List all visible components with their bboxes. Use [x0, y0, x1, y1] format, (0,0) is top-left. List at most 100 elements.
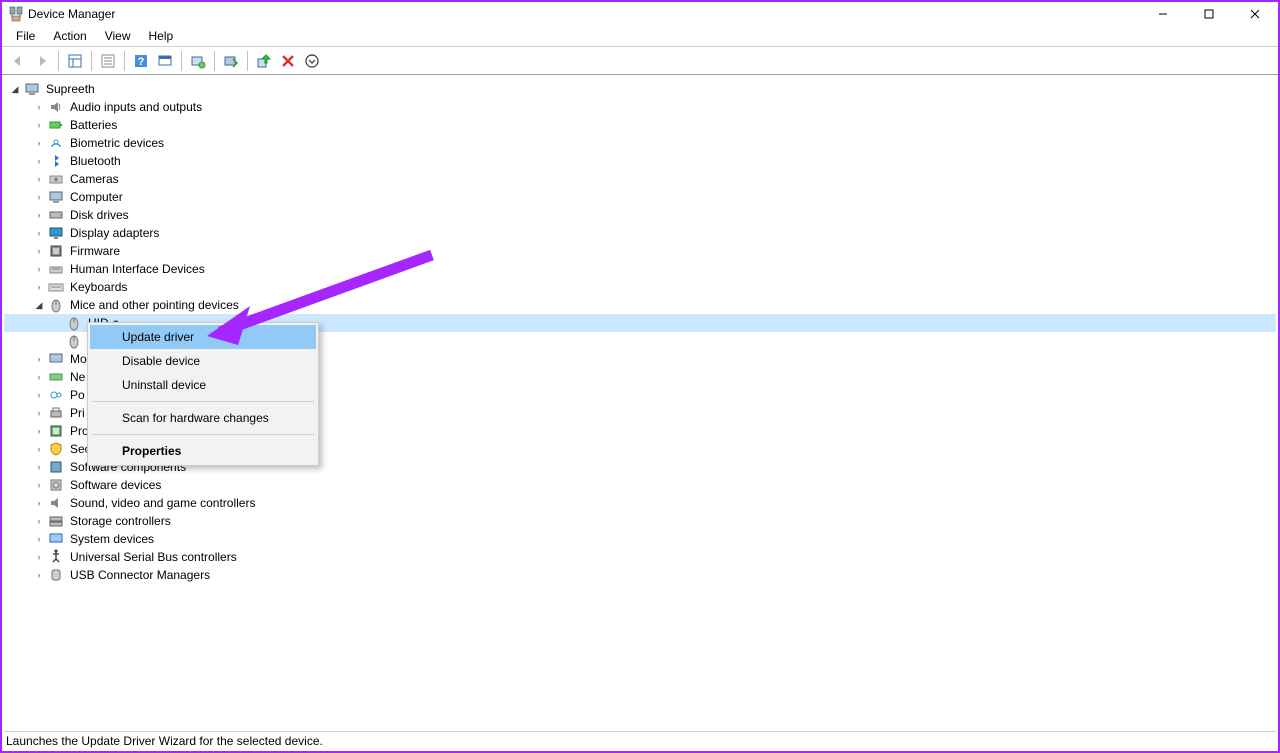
tb-forward[interactable]: [30, 50, 54, 72]
chevron-right-icon[interactable]: ›: [32, 550, 46, 564]
tb-show-hide[interactable]: [63, 50, 87, 72]
tree-category[interactable]: › Sound, video and game controllers: [4, 494, 1276, 512]
tree-category-label: Software devices: [68, 477, 163, 493]
menu-help[interactable]: Help: [141, 27, 182, 45]
category-icon: [48, 225, 64, 241]
category-icon: [48, 117, 64, 133]
tree-category-label: Bluetooth: [68, 153, 123, 169]
close-button[interactable]: [1232, 2, 1278, 25]
category-icon: [48, 459, 64, 475]
tb-help-icon[interactable]: ?: [129, 50, 153, 72]
menu-file[interactable]: File: [8, 27, 43, 45]
tree-category[interactable]: ›Storage controllers: [4, 512, 1276, 530]
chevron-right-icon[interactable]: ›: [32, 118, 46, 132]
chevron-right-icon[interactable]: ›: [32, 154, 46, 168]
tb-action-icon[interactable]: [153, 50, 177, 72]
tree-category[interactable]: › Biometric devices: [4, 134, 1276, 152]
window-title: Device Manager: [28, 7, 1140, 21]
tb-enable-icon[interactable]: [300, 50, 324, 72]
tb-properties-icon[interactable]: [96, 50, 120, 72]
category-icon: [48, 153, 64, 169]
tree-category[interactable]: › Computer: [4, 188, 1276, 206]
mouse-icon: [66, 315, 82, 331]
chevron-right-icon[interactable]: ›: [32, 406, 46, 420]
chevron-right-icon[interactable]: ›: [32, 532, 46, 546]
tree-category-label: Computer: [68, 189, 125, 205]
chevron-right-icon[interactable]: ›: [32, 478, 46, 492]
chevron-right-icon[interactable]: ›: [32, 388, 46, 402]
tb-scan-hardware-icon[interactable]: [186, 50, 210, 72]
category-icon: [48, 387, 64, 403]
maximize-button[interactable]: [1186, 2, 1232, 25]
ctx-properties[interactable]: Properties: [90, 439, 316, 463]
statusbar: Launches the Update Driver Wizard for th…: [4, 731, 1276, 749]
tree-category[interactable]: ◢Mice and other pointing devices: [4, 296, 1276, 314]
chevron-down-icon[interactable]: ◢: [8, 82, 22, 96]
category-icon: [48, 207, 64, 223]
chevron-right-icon[interactable]: ›: [32, 460, 46, 474]
toolbar: ?: [2, 47, 1278, 75]
chevron-right-icon[interactable]: ›: [32, 226, 46, 240]
chevron-right-icon[interactable]: ›: [32, 424, 46, 438]
chevron-right-icon[interactable]: ›: [32, 100, 46, 114]
context-menu: Update driver Disable device Uninstall d…: [87, 322, 319, 466]
chevron-right-icon[interactable]: ›: [32, 262, 46, 276]
category-icon: [48, 369, 64, 385]
divider: [92, 434, 314, 435]
tree-category[interactable]: ›Firmware: [4, 242, 1276, 260]
tree-category[interactable]: › System devices: [4, 530, 1276, 548]
tree-root[interactable]: ◢ Supreeth: [4, 80, 1276, 98]
tree-category[interactable]: ›Human Interface Devices: [4, 260, 1276, 278]
tree-category[interactable]: ›Keyboards: [4, 278, 1276, 296]
tree-category[interactable]: ›Batteries: [4, 116, 1276, 134]
chevron-right-icon[interactable]: ›: [32, 496, 46, 510]
chevron-right-icon[interactable]: ›: [32, 244, 46, 258]
chevron-right-icon[interactable]: ›: [32, 136, 46, 150]
tree-category-label: Disk drives: [68, 207, 131, 223]
category-icon: [48, 549, 64, 565]
minimize-button[interactable]: [1140, 2, 1186, 25]
tree-category-label: Pri: [68, 405, 87, 421]
category-icon: [48, 423, 64, 439]
category-icon: [48, 477, 64, 493]
chevron-down-icon[interactable]: ◢: [32, 298, 46, 312]
tree-category-label: Universal Serial Bus controllers: [68, 549, 239, 565]
menu-view[interactable]: View: [97, 27, 139, 45]
chevron-right-icon[interactable]: ›: [32, 280, 46, 294]
tb-update-driver-icon[interactable]: [219, 50, 243, 72]
tree-category[interactable]: ›Cameras: [4, 170, 1276, 188]
tb-disable-icon[interactable]: [276, 50, 300, 72]
tree-category[interactable]: › Disk drives: [4, 206, 1276, 224]
tree-category-label: System devices: [68, 531, 156, 547]
ctx-disable-device[interactable]: Disable device: [90, 349, 316, 373]
ctx-update-driver[interactable]: Update driver: [90, 325, 316, 349]
chevron-right-icon[interactable]: ›: [32, 370, 46, 384]
chevron-right-icon[interactable]: ›: [32, 190, 46, 204]
chevron-right-icon[interactable]: ›: [32, 208, 46, 222]
mouse-icon: [66, 333, 82, 349]
tb-back[interactable]: [6, 50, 30, 72]
tree-category[interactable]: ›Audio inputs and outputs: [4, 98, 1276, 116]
category-icon: [48, 567, 64, 583]
titlebar: Device Manager: [2, 2, 1278, 25]
category-icon: [48, 495, 64, 511]
tree-category-label: Sound, video and game controllers: [68, 495, 257, 511]
menu-action[interactable]: Action: [45, 27, 94, 45]
menubar: File Action View Help: [2, 25, 1278, 46]
chevron-right-icon[interactable]: ›: [32, 568, 46, 582]
chevron-right-icon[interactable]: ›: [32, 172, 46, 186]
tree-category-label: Biometric devices: [68, 135, 166, 151]
tree-category[interactable]: › Universal Serial Bus controllers: [4, 548, 1276, 566]
tree-category-label: Ne: [68, 369, 87, 385]
tree-category[interactable]: › Software devices: [4, 476, 1276, 494]
tree-category[interactable]: ›USB Connector Managers: [4, 566, 1276, 584]
tree-root-label: Supreeth: [44, 81, 97, 97]
tree-category[interactable]: ›Display adapters: [4, 224, 1276, 242]
ctx-scan-hardware[interactable]: Scan for hardware changes: [90, 406, 316, 430]
tree-category[interactable]: › Bluetooth: [4, 152, 1276, 170]
chevron-right-icon[interactable]: ›: [32, 442, 46, 456]
tb-uninstall-icon[interactable]: [252, 50, 276, 72]
ctx-uninstall-device[interactable]: Uninstall device: [90, 373, 316, 397]
chevron-right-icon[interactable]: ›: [32, 352, 46, 366]
chevron-right-icon[interactable]: ›: [32, 514, 46, 528]
